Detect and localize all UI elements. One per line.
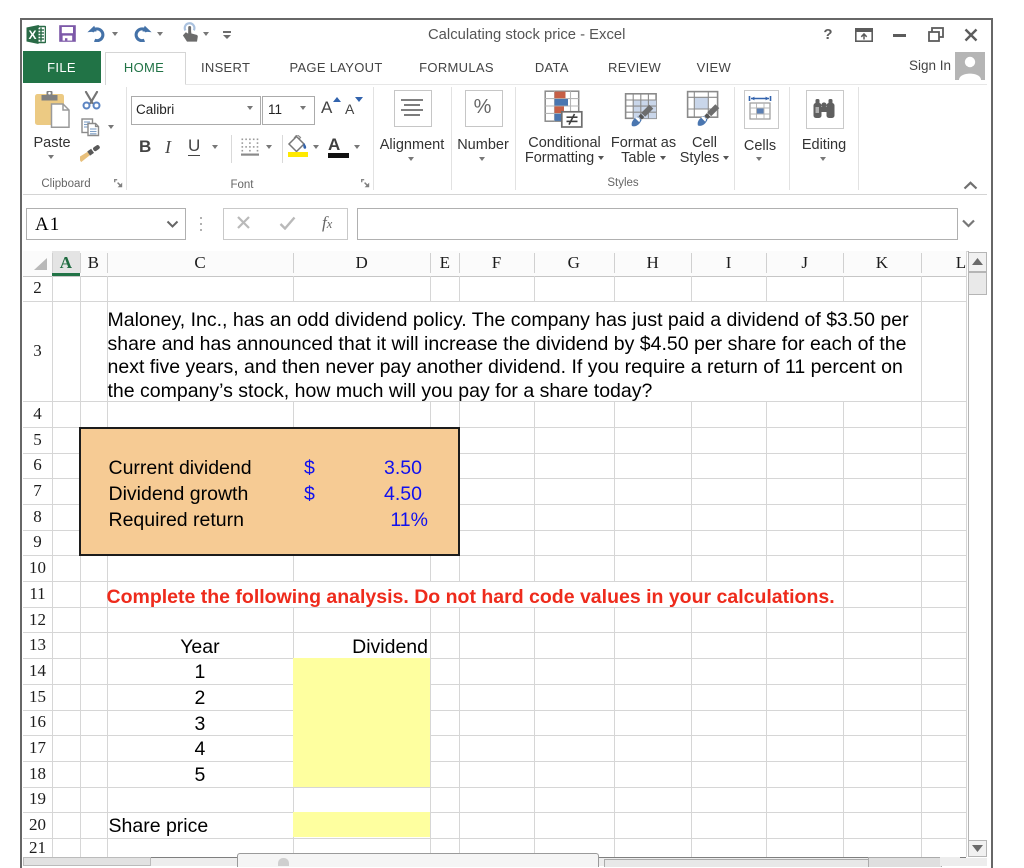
svg-text:X: X — [28, 28, 36, 42]
